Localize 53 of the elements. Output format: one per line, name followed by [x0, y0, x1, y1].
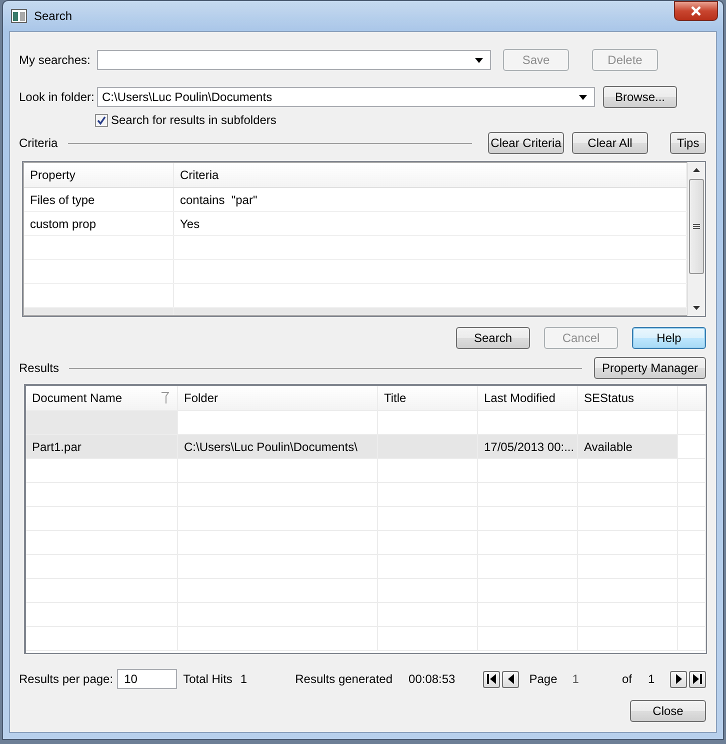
column-header[interactable]: Title: [378, 386, 478, 410]
column-header[interactable]: SEStatus: [578, 386, 678, 410]
of-label: of: [622, 672, 632, 686]
results-per-page-field[interactable]: 10: [117, 669, 178, 689]
filter-cell[interactable]: [26, 411, 178, 434]
close-icon[interactable]: [690, 6, 702, 16]
column-header[interactable]: Document Name: [26, 386, 178, 410]
criteria-button[interactable]: Clear All: [572, 132, 648, 154]
criteria-button[interactable]: Clear Criteria: [488, 132, 564, 154]
page-count: 1: [648, 672, 655, 686]
browse-button[interactable]: Browse...: [603, 86, 677, 108]
field-label: Results per page:: [19, 672, 114, 686]
grip-icon: [693, 224, 700, 230]
field-label: Look in folder:: [19, 90, 96, 104]
results-generated-label: Results generated: [295, 672, 393, 686]
section-title: Criteria: [19, 136, 58, 150]
last-page-button[interactable]: [689, 670, 706, 688]
field-label: My searches:: [19, 53, 92, 67]
column-header[interactable]: Property: [24, 163, 174, 187]
section-title: Results: [19, 361, 60, 375]
action-button[interactable]: Search: [456, 327, 530, 349]
property-manager-button[interactable]: Property Manager: [594, 357, 706, 379]
close-dialog-button[interactable]: Close: [630, 700, 706, 722]
last-page-icon[interactable]: [693, 674, 702, 684]
total-hits-label: Total Hits: [183, 672, 232, 686]
action-button[interactable]: Help: [632, 327, 706, 349]
column-header[interactable]: Folder: [178, 386, 378, 410]
results-generated-time: 00:08:53: [408, 672, 456, 686]
column-header[interactable]: Last Modified: [478, 386, 578, 410]
checkbox-label: Search for results in subfolders: [111, 113, 276, 127]
folder-dropdown[interactable]: C:\Users\Luc Poulin\Documents: [97, 87, 595, 107]
window-title: Search: [34, 9, 72, 23]
window-icon: [11, 9, 27, 23]
page-label: Page: [529, 672, 558, 686]
scroll-thumb[interactable]: [689, 179, 704, 274]
previous-page-icon[interactable]: [508, 674, 514, 684]
first-page-icon[interactable]: [487, 674, 496, 684]
previous-page-button[interactable]: [502, 670, 520, 688]
subfolders-checkbox[interactable]: [95, 114, 108, 126]
table-cell: Files of type: [24, 188, 174, 211]
total-hits-value: 1: [240, 672, 248, 686]
dropdown-arrow-icon[interactable]: [475, 58, 483, 62]
first-page-button[interactable]: [483, 670, 500, 688]
next-page-button[interactable]: [670, 670, 687, 688]
table-cell: custom prop: [24, 212, 174, 235]
page-number: 1: [572, 672, 579, 686]
scrollbar[interactable]: [687, 162, 705, 316]
dropdown-arrow-icon[interactable]: [579, 94, 587, 100]
criteria-button[interactable]: Tips: [670, 132, 706, 154]
next-page-icon[interactable]: [676, 674, 682, 684]
result-row[interactable]: Part1.par C:\Users\Luc Poulin\Documents\ 17/05/2013 00:... Available: [26, 435, 706, 459]
filter-icon[interactable]: [161, 392, 169, 404]
close-button[interactable]: [674, 1, 718, 21]
